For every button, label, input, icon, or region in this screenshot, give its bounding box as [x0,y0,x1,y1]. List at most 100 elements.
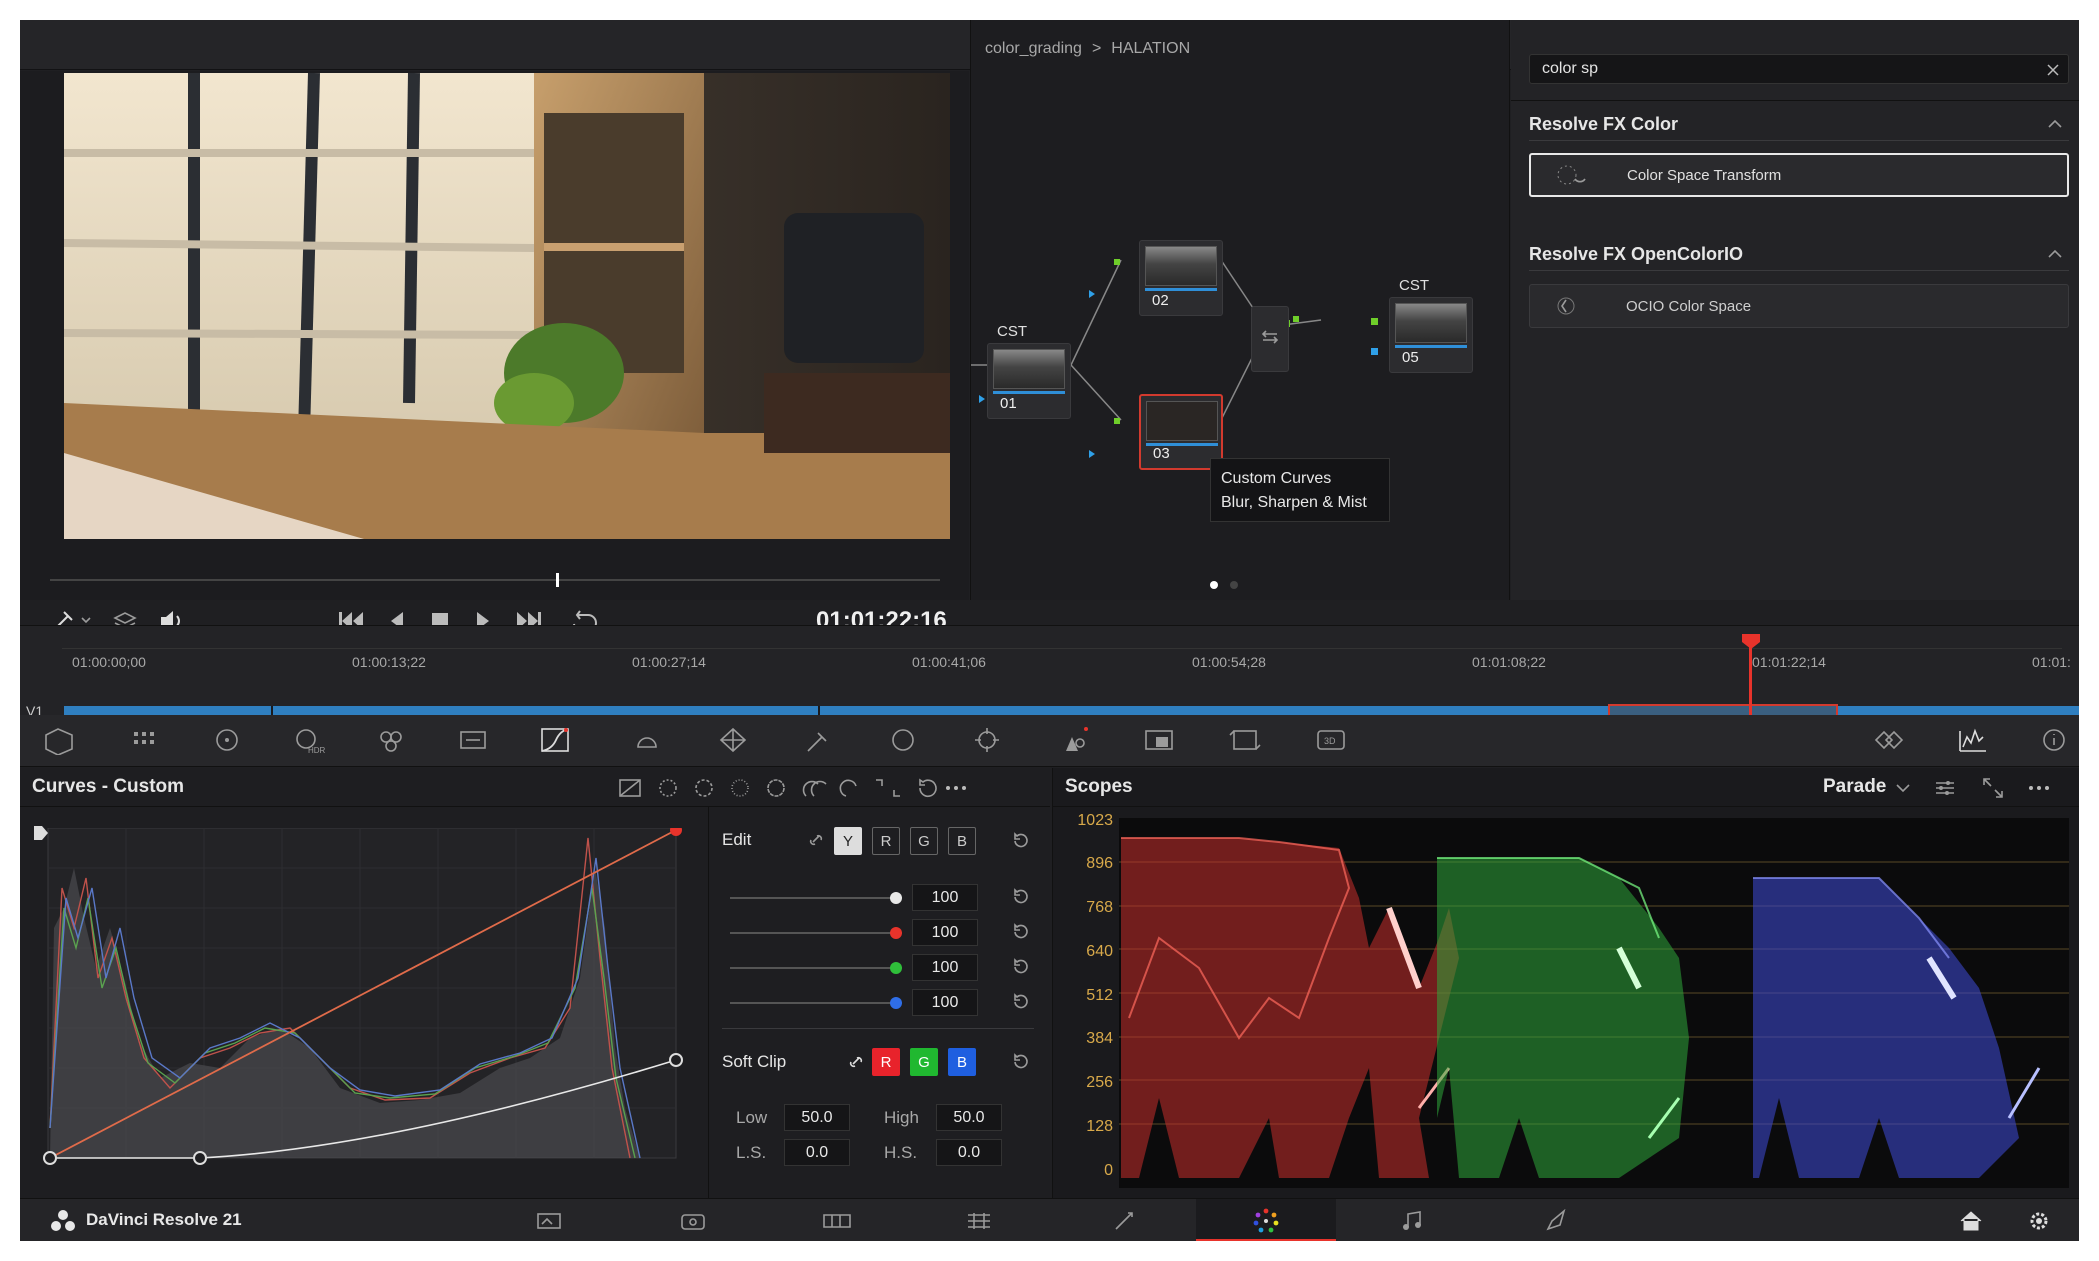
fx-search-value[interactable]: color sp [1542,60,1598,78]
fx-search-field[interactable]: color sp [1529,54,2069,84]
collapse-chevron-icon[interactable] [2047,248,2063,260]
channel-r-button[interactable]: R [872,827,900,855]
curve-mode-toolbar[interactable] [618,776,978,802]
deliver-page-icon[interactable] [1542,1209,1572,1233]
fairlight-wand-icon[interactable] [1110,1209,1140,1233]
reset-edit-icon[interactable] [1010,830,1032,852]
color-page-icon [1253,1208,1279,1233]
scrubber-playhead[interactable] [556,573,559,587]
davinci-resolve-window: 01:01:22;16 color_grading > HALATION CST… [20,20,2079,1241]
home-icon[interactable] [1958,1209,1984,1233]
scope-mode-select[interactable]: Parade [1823,776,1886,798]
edit-page-icon[interactable] [820,1209,854,1233]
node-bar [993,391,1065,394]
hs-value[interactable]: 0.0 [936,1139,1002,1166]
clear-search-icon[interactable] [2046,63,2060,77]
tooltip-line-1: Custom Curves [1221,470,1332,487]
info-icon[interactable] [2040,725,2074,755]
soft-clip-g-button[interactable]: G [910,1048,938,1076]
playhead-marker-icon[interactable] [1740,632,1762,650]
node-thumbnail [1146,401,1218,441]
channel-b-button[interactable]: B [948,827,976,855]
fx-item-label: Color Space Transform [1627,166,1782,184]
fusion-page-icon[interactable] [964,1209,994,1233]
reset-intensity-icons[interactable] [1010,886,1032,1016]
channel-g-button[interactable]: G [910,827,938,855]
slider-knob[interactable] [890,927,902,939]
node-01-label: CST [997,323,1027,340]
scale-label: 512 [1086,987,1113,1004]
intensity-b-value[interactable]: 100 [912,989,978,1016]
rgb-parade-display [1119,818,2069,1188]
curves-active-icon[interactable] [538,725,572,755]
primaries-wheels-icon[interactable] [210,725,244,755]
window-icon[interactable] [886,725,920,755]
sizing-icon[interactable] [1228,725,1262,755]
fx-item-ocio-color-space[interactable]: OCIO Color Space [1529,284,2069,328]
curve-graph[interactable] [40,828,700,1168]
ls-label: L.S. [736,1143,767,1162]
slider-knob[interactable] [890,997,902,1009]
node-number: 02 [1152,292,1169,309]
link-icon[interactable] [806,830,826,850]
slider-knob[interactable] [890,962,902,974]
node-02[interactable]: 02 [1139,240,1223,316]
reset-soft-clip-icon[interactable] [1010,1051,1032,1073]
channel-y-button[interactable]: Y [834,827,862,855]
hs-label: H.S. [884,1143,918,1162]
key-icon[interactable] [1142,725,1176,755]
node-combiner[interactable] [1251,306,1289,372]
fairlight-page-icon[interactable] [1400,1209,1426,1233]
slider-knob[interactable] [890,892,902,904]
motion-effects-icon[interactable] [456,725,490,755]
color-match-icon[interactable] [128,725,162,755]
cut-page-icon[interactable] [678,1209,708,1233]
node-thumbnail [1145,246,1217,286]
more-options-icon[interactable] [2025,776,2053,800]
tracker-icon[interactable] [970,725,1004,755]
node-number: 03 [1153,445,1170,462]
scopes-panel: Scopes Parade 1023 896 768 640 512 384 2… [1052,768,2079,1198]
ruler-tick: 01:00:13;22 [352,654,426,670]
scrubber-track[interactable] [50,579,940,581]
scale-label: 256 [1086,1074,1113,1091]
lightbox-icon[interactable] [1872,725,1906,755]
scale-label: 1023 [1077,812,1113,829]
scale-label: 896 [1086,855,1113,872]
expand-icon[interactable] [1981,776,2005,800]
chevron-down-icon[interactable] [1895,782,1911,794]
scope-settings-icon[interactable] [1933,776,1957,800]
color-warper-icon[interactable] [630,725,664,755]
intensity-slider-r[interactable] [730,932,902,934]
scopes-active-icon[interactable] [1956,725,1990,755]
collapse-chevron-icon[interactable] [2047,118,2063,130]
soft-clip-r-button[interactable]: R [872,1048,900,1076]
ls-value[interactable]: 0.0 [784,1139,850,1166]
camera-raw-icon[interactable] [42,725,76,755]
media-page-icon[interactable] [534,1209,564,1233]
intensity-slider-y[interactable] [730,897,902,899]
settings-gear-icon[interactable] [2026,1209,2052,1233]
black-point-handle-icon[interactable] [32,824,50,842]
rgb-mixer-icon[interactable] [374,725,408,755]
scale-label: 0 [1104,1162,1113,1179]
intensity-slider-g[interactable] [730,967,902,969]
soft-clip-b-button[interactable]: B [948,1048,976,1076]
intensity-slider-b[interactable] [730,1002,902,1004]
qualifier-picker-icon[interactable] [800,725,834,755]
intensity-g-value[interactable]: 100 [912,954,978,981]
intensity-y-value[interactable]: 100 [912,884,978,911]
high-value[interactable]: 50.0 [936,1104,1002,1131]
intensity-r-value[interactable]: 100 [912,919,978,946]
3d-icon[interactable]: 3D [1314,725,1348,755]
low-value[interactable]: 50.0 [784,1104,850,1131]
node-05[interactable]: 05 [1389,297,1473,373]
scale-label: 128 [1086,1118,1113,1135]
hdr-wheels-icon[interactable]: HDR [292,725,326,755]
color-page-tab[interactable] [1196,1199,1336,1241]
node-01[interactable]: 01 [987,343,1071,419]
fx-item-color-space-transform[interactable]: Color Space Transform [1529,153,2069,197]
blur-icon[interactable] [1056,725,1090,755]
soft-clip-link-icon[interactable] [846,1052,866,1072]
qualifier-mesh-icon[interactable] [716,725,750,755]
